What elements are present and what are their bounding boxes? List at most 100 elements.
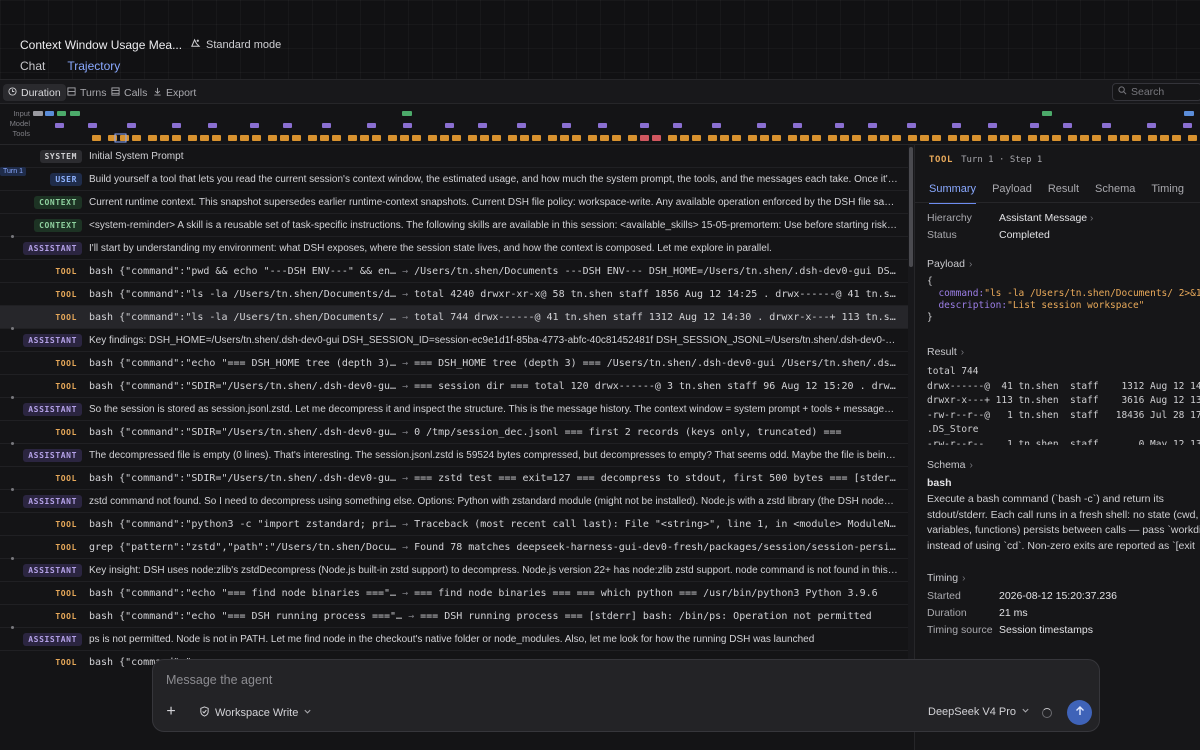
- timeline-model-mark[interactable]: [445, 123, 454, 128]
- timeline-tool-mark[interactable]: [1040, 135, 1049, 141]
- trajectory-row[interactable]: TOOL bash {"command":"echo "=== DSH runni…: [0, 605, 908, 628]
- trajectory-row[interactable]: CONTEXT <system-reminder> A skill is a re…: [0, 214, 908, 237]
- trajectory-row[interactable]: ASSISTANT Key findings: DSH_HOME=/Users/t…: [0, 327, 908, 352]
- timeline-tool-mark[interactable]: [468, 135, 477, 141]
- timeline-model-mark[interactable]: [1063, 123, 1072, 128]
- timeline-model-mark[interactable]: [907, 123, 916, 128]
- timeline-tool-mark[interactable]: [1012, 135, 1021, 141]
- timeline-tool-mark[interactable]: [732, 135, 741, 141]
- timeline-tool-mark[interactable]: [920, 135, 929, 141]
- timeline-tool-mark[interactable]: [948, 135, 957, 141]
- trajectory-row[interactable]: TOOL bash {"command":"ls -la /Users/tn.sh…: [0, 306, 908, 329]
- timeline-tool-mark[interactable]: [280, 135, 289, 141]
- timeline-tool-mark[interactable]: [200, 135, 209, 141]
- timeline-model-mark[interactable]: [673, 123, 682, 128]
- model-selector[interactable]: DeepSeek V4 Pro: [928, 706, 1030, 718]
- timeline-tool-mark[interactable]: [788, 135, 797, 141]
- timeline-tool-mark[interactable]: [508, 135, 517, 141]
- tab-summary[interactable]: Summary: [929, 183, 977, 204]
- timeline-tool-mark[interactable]: [852, 135, 861, 141]
- schema-section-toggle[interactable]: Schema ›: [927, 459, 973, 471]
- trajectory-row[interactable]: CONTEXT Current runtime context. This sna…: [0, 191, 908, 214]
- timeline-input-mark[interactable]: [1042, 111, 1052, 116]
- timeline-tool-mark[interactable]: [668, 135, 677, 141]
- timeline-tool-mark[interactable]: [308, 135, 317, 141]
- timeline-tool-mark[interactable]: [640, 135, 649, 141]
- timeline-model-mark[interactable]: [1183, 123, 1192, 128]
- timeline-tool-mark[interactable]: [572, 135, 581, 141]
- timeline-model-mark[interactable]: [793, 123, 802, 128]
- timeline-tool-mark[interactable]: [932, 135, 941, 141]
- timeline-tool-mark[interactable]: [212, 135, 221, 141]
- hierarchy-value[interactable]: Assistant Message ›: [999, 212, 1093, 224]
- timeline-tool-mark[interactable]: [1080, 135, 1089, 141]
- tab-timing[interactable]: Timing: [1151, 183, 1184, 204]
- turns-button[interactable]: Turns: [62, 84, 111, 101]
- timeline-tool-mark[interactable]: [240, 135, 249, 141]
- timeline-tool-mark[interactable]: [652, 135, 661, 141]
- timeline-tool-mark[interactable]: [1188, 135, 1197, 141]
- timeline-tool-mark[interactable]: [480, 135, 489, 141]
- timeline-tool-mark[interactable]: [1160, 135, 1169, 141]
- timeline-tool-mark[interactable]: [412, 135, 421, 141]
- timeline-tool-mark[interactable]: [388, 135, 397, 141]
- trajectory-row[interactable]: USER Build yourself a tool that lets you …: [0, 168, 908, 191]
- trajectory-row[interactable]: SYSTEM Initial System Prompt: [0, 145, 908, 168]
- timeline-input-mark[interactable]: [45, 111, 54, 116]
- timeline-model-mark[interactable]: [1030, 123, 1039, 128]
- trajectory-row[interactable]: TOOL bash {"command":"SDIR="/Users/tn.she…: [0, 375, 908, 398]
- timeline-tool-mark[interactable]: [148, 135, 157, 141]
- trajectory-row[interactable]: TOOL bash {"command":"echo "=== DSH_HOME …: [0, 352, 908, 375]
- timeline-tool-mark[interactable]: [452, 135, 461, 141]
- trajectory-row[interactable]: ASSISTANT Key insight: DSH uses node:zlib…: [0, 557, 908, 582]
- timeline-tool-mark[interactable]: [332, 135, 341, 141]
- tab-schema[interactable]: Schema: [1095, 183, 1135, 204]
- timeline-model-mark[interactable]: [322, 123, 331, 128]
- add-attachment-button[interactable]: +: [163, 704, 179, 720]
- timeline-tool-mark[interactable]: [92, 135, 101, 141]
- timeline-tool-mark[interactable]: [812, 135, 821, 141]
- timeline-model-mark[interactable]: [250, 123, 259, 128]
- timeline-tool-mark[interactable]: [492, 135, 501, 141]
- workspace-selector[interactable]: Workspace Write: [199, 706, 312, 720]
- trajectory-timeline[interactable]: Input Model Tools: [0, 104, 1200, 145]
- timeline-tool-mark[interactable]: [1000, 135, 1009, 141]
- trajectory-row[interactable]: TOOL bash {"command":"python3 -c "import …: [0, 513, 908, 536]
- timeline-tool-mark[interactable]: [868, 135, 877, 141]
- timeline-tool-mark[interactable]: [188, 135, 197, 141]
- timeline-tool-mark[interactable]: [548, 135, 557, 141]
- timeline-tool-mark[interactable]: [612, 135, 621, 141]
- timeline-tool-mark[interactable]: [1028, 135, 1037, 141]
- calls-button[interactable]: Calls: [106, 84, 152, 101]
- timeline-tool-mark[interactable]: [828, 135, 837, 141]
- timeline-model-mark[interactable]: [172, 123, 181, 128]
- trajectory-row[interactable]: ASSISTANT So the session is stored as ses…: [0, 396, 908, 421]
- timeline-tool-mark[interactable]: [520, 135, 529, 141]
- timeline-input-mark[interactable]: [1184, 111, 1194, 116]
- scrollbar-thumb[interactable]: [909, 147, 913, 267]
- payload-section-toggle[interactable]: Payload ›: [927, 258, 972, 270]
- timeline-input-mark[interactable]: [70, 111, 80, 116]
- timeline-model-mark[interactable]: [952, 123, 961, 128]
- timeline-tool-mark[interactable]: [108, 135, 117, 141]
- trajectory-row[interactable]: TOOL bash {"command":"ls -la /Users/tn.sh…: [0, 283, 908, 306]
- timeline-tool-mark[interactable]: [600, 135, 609, 141]
- timeline-tool-mark[interactable]: [1108, 135, 1117, 141]
- timeline-model-mark[interactable]: [283, 123, 292, 128]
- timeline-tool-mark[interactable]: [972, 135, 981, 141]
- trajectory-row[interactable]: ASSISTANT ps is not permitted. Node is no…: [0, 626, 908, 651]
- timeline-tool-mark[interactable]: [268, 135, 277, 141]
- timeline-tool-mark[interactable]: [560, 135, 569, 141]
- timeline-model-mark[interactable]: [478, 123, 487, 128]
- duration-button[interactable]: Duration: [3, 84, 66, 101]
- timeline-tool-mark[interactable]: [1132, 135, 1141, 141]
- timeline-model-mark[interactable]: [1147, 123, 1156, 128]
- timeline-tool-mark[interactable]: [892, 135, 901, 141]
- trajectory-row[interactable]: TOOL bash {"command":"echo "=== find node…: [0, 582, 908, 605]
- timeline-tool-mark[interactable]: [628, 135, 637, 141]
- timeline-model-mark[interactable]: [517, 123, 526, 128]
- result-section-toggle[interactable]: Result ›: [927, 346, 964, 358]
- session-title[interactable]: Context Window Usage Mea...: [20, 38, 182, 52]
- timeline-tool-mark[interactable]: [292, 135, 301, 141]
- timeline-tool-mark[interactable]: [1172, 135, 1181, 141]
